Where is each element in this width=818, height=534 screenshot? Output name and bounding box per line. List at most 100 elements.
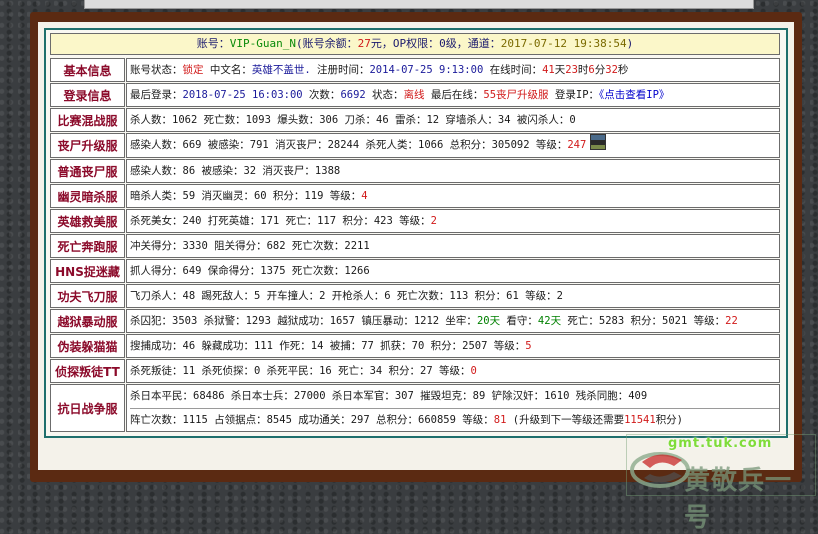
last-login: 2018-07-25 16:03:00 (182, 89, 303, 101)
reg-label: 注册时间： (310, 64, 370, 76)
login-ip-label: 登录IP： (548, 89, 600, 101)
zombie-up-level: 247 (567, 139, 587, 151)
war-stats-1: 杀日本平民：68486 杀日本士兵：27000 杀日本军官：307 摧毁坦克：8… (130, 390, 648, 402)
label-kungfu-server: 功夫飞刀服 (50, 284, 125, 308)
reg-time: 2014-07-25 9:13:00 (369, 64, 484, 76)
label-war-server: 抗日战争服 (50, 384, 125, 432)
online-label: 在线时间： (483, 64, 543, 76)
watermark-title: 黄敬兵一号 (684, 466, 793, 533)
jail-level: 22 (725, 315, 738, 327)
ttt-stats: 杀死叛徒：11 杀死侦探：0 杀死平民：16 死亡：34 积分：27 等级： (130, 365, 471, 377)
channel-label: ，通道： (456, 37, 501, 50)
value-deathrun-server: 冲关得分：3330 阻关得分：682 死亡次数：2211 (126, 234, 780, 258)
prophunt-level: 5 (525, 340, 532, 352)
avatar (590, 134, 607, 150)
label-jail-server: 越狱暴动服 (50, 309, 125, 333)
online-secs: 32 (605, 64, 618, 76)
row-kungfu-server: 功夫飞刀服 飞刀杀人：48 踢死敌人：5 开车撞人：2 开枪杀人：6 死亡次数：… (50, 284, 780, 308)
label-hero-server: 英雄救美服 (50, 209, 125, 233)
war-level: 81 (493, 414, 507, 426)
value-hns-server: 抓人得分：649 保命得分：1375 死亡次数：1266 (126, 259, 780, 283)
value-basic-info: 账号状态：锁定 中文名：英雄不盖世. 注册时间：2014-07-25 9:13:… (126, 58, 780, 82)
cn-name: 英雄不盖世. (251, 64, 311, 76)
value-zombie-server: 感染人数：86 被感染：32 消灭丧尸：1388 (126, 159, 780, 183)
account-status: 锁定 (182, 64, 204, 76)
label-login-info: 登录信息 (50, 83, 125, 107)
balance-label: (账号余额： (296, 37, 358, 50)
war-points-needed: 11541 (624, 414, 656, 426)
value-ghost-server: 暗杀人类：59 消灭幽灵：60 积分：119 等级：4 (126, 184, 780, 208)
value-zombie-up-server: 感染人数：669 被感染：791 消灭丧尸：28244 杀死人类：1066 总积… (126, 133, 780, 158)
kungfu-stats: 飞刀杀人：48 踢死敌人：5 开车撞人：2 开枪杀人：6 死亡次数：113 积分… (130, 290, 563, 302)
row-ttt-server: 侦探叛徒TT 杀死叛徒：11 杀死侦探：0 杀死平民：16 死亡：34 积分：2… (50, 359, 780, 383)
jail-guard-label: 看守： (500, 315, 538, 327)
row-zombie-server: 普通丧尸服 感染人数：86 被感染：32 消灭丧尸：1388 (50, 159, 780, 183)
online-days: 41 (542, 64, 555, 76)
ghost-level: 4 (361, 190, 368, 202)
value-war-server: 杀日本平民：68486 杀日本士兵：27000 杀日本军官：307 摧毁坦克：8… (126, 384, 780, 432)
label-hns-server: HNS捉迷藏 (50, 259, 125, 283)
jail-stats-2: 死亡：5283 积分：5021 等级： (561, 315, 726, 327)
value-login-info: 最后登录：2018-07-25 16:03:00 次数：6692 状态：离线 最… (126, 83, 780, 107)
online-days-unit: 天 (554, 64, 566, 76)
jail-stats-1: 杀囚犯：3503 杀狱警：1293 越狱成功：1657 镇压暴动：1212 坐牢… (130, 315, 477, 327)
row-prophunt-server: 伪装躲猫猫 搜捕成功：46 躲藏成功：111 作死：14 被捕：77 抓获：70… (50, 334, 780, 358)
cn-name-label: 中文名： (203, 64, 252, 76)
deathrun-stats: 冲关得分：3330 阻关得分：682 死亡次数：2211 (130, 240, 370, 252)
hns-stats: 抓人得分：649 保命得分：1375 死亡次数：1266 (130, 265, 370, 277)
row-jail-server: 越狱暴动服 杀囚犯：3503 杀狱警：1293 越狱成功：1657 镇压暴动：1… (50, 309, 780, 333)
row-login-info: 登录信息 最后登录：2018-07-25 16:03:00 次数：6692 状态… (50, 83, 780, 107)
account-header: 账号：VIP-Guan_N(账号余额：27元，OP权限：0级，通道：2017-0… (50, 33, 780, 55)
war-stats-2: 阵亡次数：1115 占领据点：8545 成功通关：297 总积分：660859 … (130, 414, 494, 426)
war-next-label: (升级到下一等级还需要 (506, 414, 625, 426)
label-match-server: 比赛混战服 (50, 108, 125, 132)
zombie-up-stats: 感染人数：669 被感染：791 消灭丧尸：28244 杀死人类：1066 总积… (130, 139, 568, 151)
online-mins-unit: 分 (594, 64, 606, 76)
last-login-label: 最后登录： (130, 89, 183, 101)
online-hours: 23 (565, 64, 578, 76)
ttt-level: 0 (470, 365, 477, 377)
jail-days: 20天 (476, 315, 501, 327)
balance-unit: 元，OP权限： (370, 37, 440, 50)
op-level: 0级 (439, 37, 457, 50)
row-deathrun-server: 死亡奔跑服 冲关得分：3330 阻关得分：682 死亡次数：2211 (50, 234, 780, 258)
hero-stats: 杀死美女：240 打死英雄：171 死亡：117 积分：423 等级： (130, 215, 431, 227)
guard-days: 42天 (537, 315, 562, 327)
value-hero-server: 杀死美女：240 打死英雄：171 死亡：117 积分：423 等级：2 (126, 209, 780, 233)
label-ttt-server: 侦探叛徒TT (50, 359, 125, 383)
row-war-server: 抗日战争服 杀日本平民：68486 杀日本士兵：27000 杀日本军官：307 … (50, 384, 780, 432)
top-strip (84, 0, 754, 9)
label-prophunt-server: 伪装躲猫猫 (50, 334, 125, 358)
value-jail-server: 杀囚犯：3503 杀狱警：1293 越狱成功：1657 镇压暴动：1212 坐牢… (126, 309, 780, 333)
label-zombie-up-server: 丧尸升级服 (50, 133, 125, 158)
prophunt-stats: 搜捕成功：46 躲藏成功：111 作死：14 被捕：77 抓获：70 积分：25… (130, 340, 526, 352)
login-count: 6692 (340, 89, 366, 101)
online-hours-unit: 时 (577, 64, 589, 76)
value-prophunt-server: 搜捕成功：46 躲藏成功：111 作死：14 被捕：77 抓获：70 积分：25… (126, 334, 780, 358)
login-state: 离线 (403, 89, 425, 101)
last-online-server: 55丧尸升级服 (483, 89, 549, 101)
label-ghost-server: 幽灵暗杀服 (50, 184, 125, 208)
hero-level: 2 (430, 215, 437, 227)
last-online-label: 最后在线： (424, 89, 484, 101)
label-basic-info: 基本信息 (50, 58, 125, 82)
war-points-unit: 积分) (655, 414, 684, 426)
row-match-server: 比赛混战服 杀人数：1062 死亡数：1093 爆头数：306 刀杀：46 雷杀… (50, 108, 780, 132)
header-close-paren: ) (626, 37, 634, 50)
account-label: 账号： (196, 37, 230, 50)
login-state-label: 状态： (365, 89, 404, 101)
label-zombie-server: 普通丧尸服 (50, 159, 125, 183)
match-stats: 杀人数：1062 死亡数：1093 爆头数：306 刀杀：46 雷杀：12 穿墙… (130, 114, 576, 126)
row-hero-server: 英雄救美服 杀死美女：240 打死英雄：171 死亡：117 积分：423 等级… (50, 209, 780, 233)
label-deathrun-server: 死亡奔跑服 (50, 234, 125, 258)
online-secs-unit: 秒 (617, 64, 629, 76)
status-label: 账号状态： (130, 64, 183, 76)
watermark-url: gmt.tuk.com (668, 436, 773, 451)
balance-value: 27 (357, 37, 371, 50)
row-ghost-server: 幽灵暗杀服 暗杀人类：59 消灭幽灵：60 积分：119 等级：4 (50, 184, 780, 208)
value-kungfu-server: 飞刀杀人：48 踢死敌人：5 开车撞人：2 开枪杀人：6 死亡次数：113 积分… (126, 284, 780, 308)
channel-time: 2017-07-12 19:38:54 (500, 37, 627, 50)
row-zombie-up-server: 丧尸升级服 感染人数：669 被感染：791 消灭丧尸：28244 杀死人类：1… (50, 133, 780, 158)
view-ip-link[interactable]: 《点击查看IP》 (599, 89, 669, 101)
zombie-stats: 感染人数：86 被感染：32 消灭丧尸：1388 (130, 165, 341, 177)
